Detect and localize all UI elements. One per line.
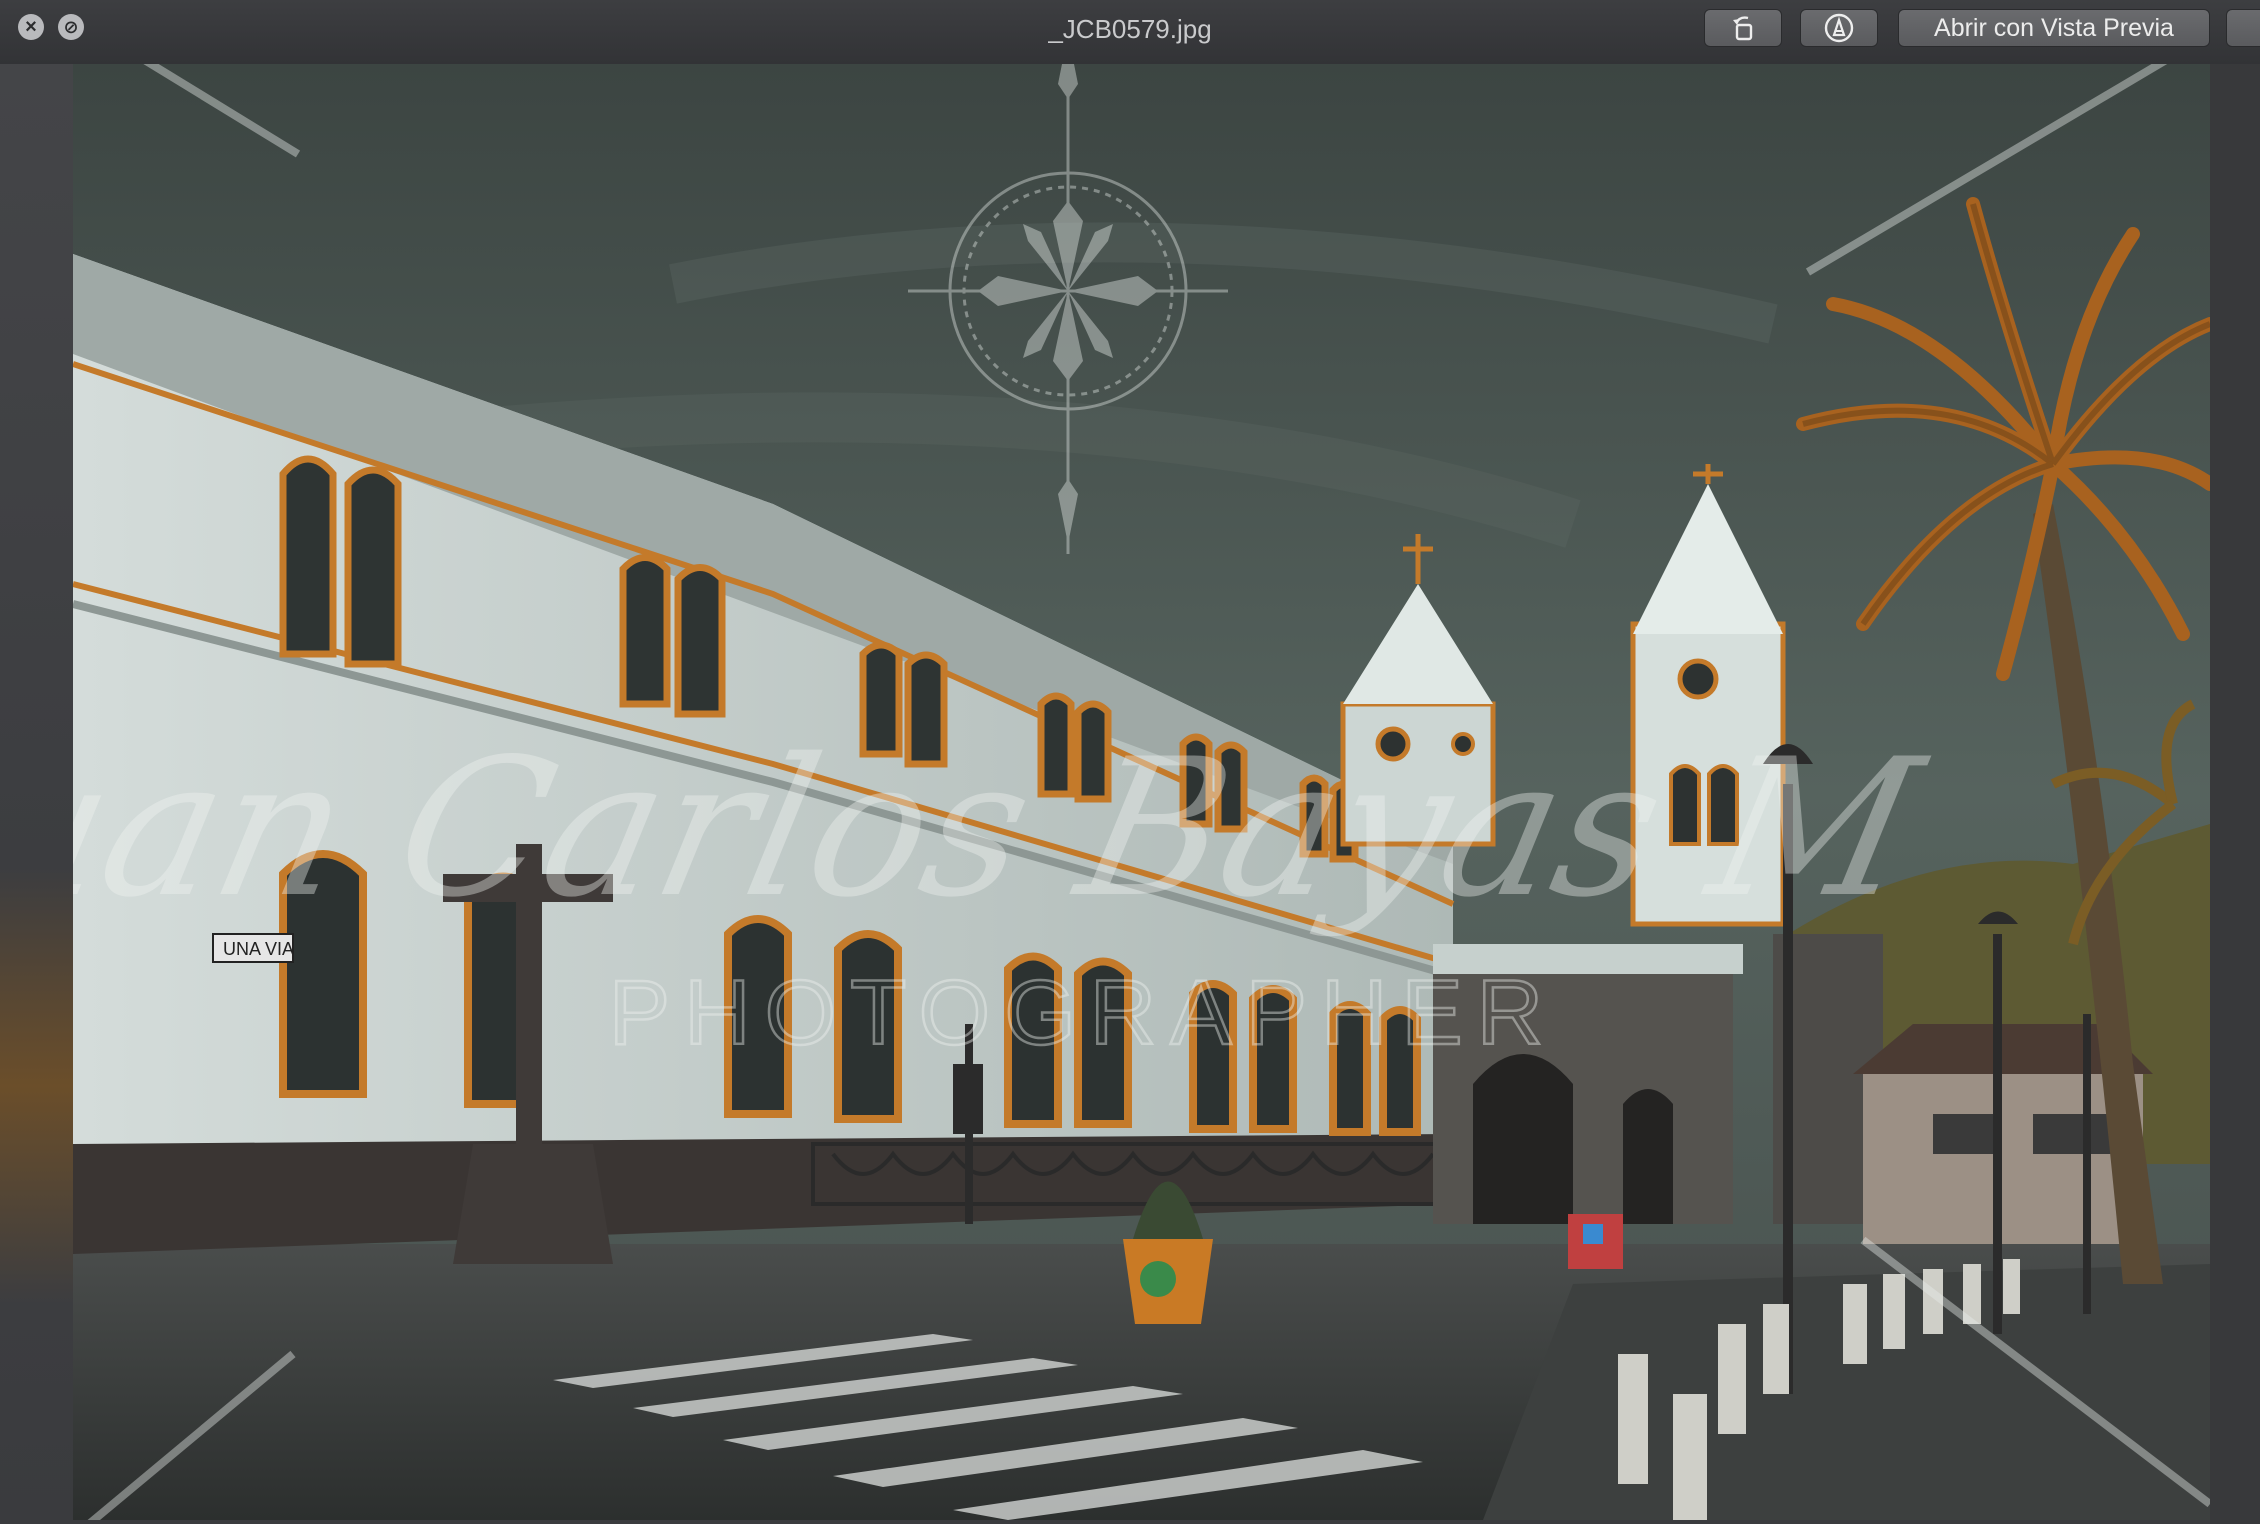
rotate-button[interactable] bbox=[1704, 9, 1782, 47]
rotate-left-icon bbox=[1733, 16, 1753, 41]
markup-button[interactable] bbox=[1800, 9, 1878, 47]
title-bar: × ⊘ _JCB0579.jpg Abrir con Vista Previa bbox=[0, 0, 2260, 65]
background-blur-right bbox=[2210, 64, 2260, 1524]
street-sign-text: UNA VIA bbox=[223, 939, 294, 959]
church-photo: UNA VIA Juan Carlos Bayas M PHOTOGRAPHER bbox=[73, 64, 2210, 1520]
background-blur-left bbox=[0, 64, 73, 1524]
open-with-preview-button[interactable]: Abrir con Vista Previa bbox=[1898, 9, 2210, 47]
share-button[interactable] bbox=[2226, 9, 2260, 47]
photo-preview: UNA VIA Juan Carlos Bayas M PHOTOGRAPHER bbox=[73, 64, 2210, 1520]
watermark-signature: Juan Carlos Bayas M bbox=[73, 719, 1939, 940]
markup-pen-icon bbox=[1824, 13, 1854, 43]
watermark-subtitle: PHOTOGRAPHER bbox=[609, 962, 1557, 1064]
